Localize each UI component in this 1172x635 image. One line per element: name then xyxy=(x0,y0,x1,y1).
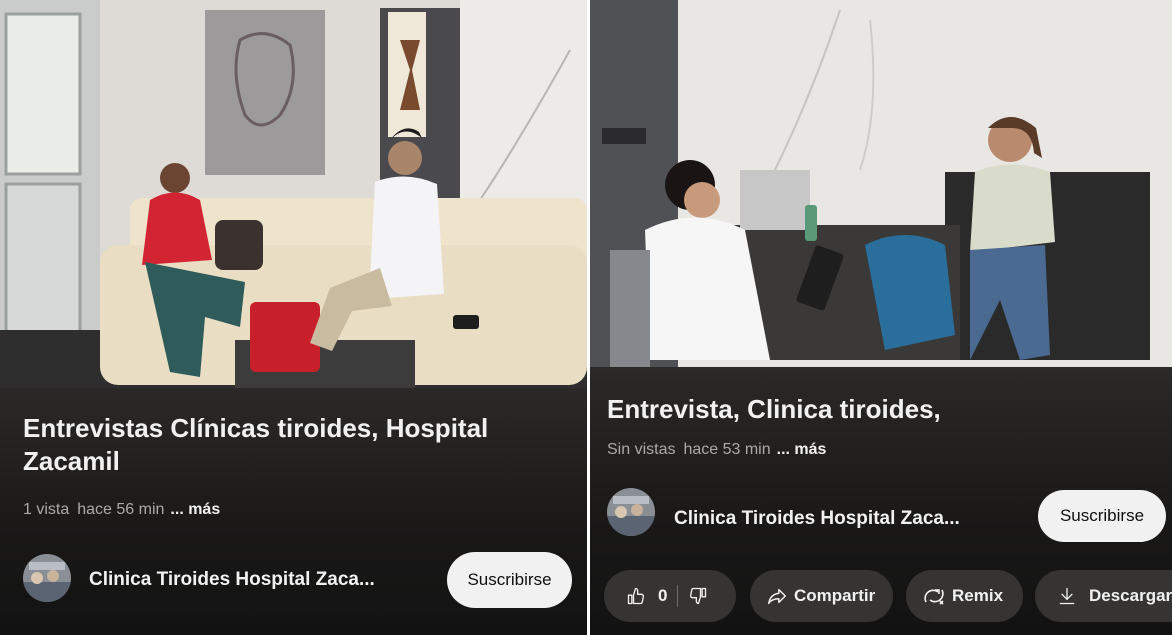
more-link[interactable]: ... más xyxy=(170,501,220,518)
avatar-image xyxy=(607,488,655,536)
like-count: 0 xyxy=(658,586,668,605)
avatar-image xyxy=(23,554,71,602)
share-label: Compartir xyxy=(794,586,876,605)
like-dislike-group: 0 xyxy=(604,570,736,622)
video-scene-right xyxy=(590,0,1172,367)
video-info-right: Entrevista, Clinica tiroides, Sin vistas… xyxy=(590,367,1172,635)
video-card-right: Entrevista, Clinica tiroides, Sin vistas… xyxy=(590,0,1172,635)
download-button[interactable]: Descargar xyxy=(1035,570,1172,622)
video-scene-left xyxy=(0,0,587,388)
video-frame-left[interactable] xyxy=(0,0,587,388)
share-button[interactable]: Compartir xyxy=(750,570,893,622)
like-separator xyxy=(677,585,679,607)
more-link[interactable]: ... más xyxy=(777,441,827,458)
download-label: Descargar xyxy=(1089,586,1172,605)
thumbs-down-icon xyxy=(690,587,707,605)
remix-icon xyxy=(924,589,944,605)
like-button[interactable]: 0 xyxy=(626,586,667,606)
upload-time: hace 56 min xyxy=(77,501,165,518)
remix-button[interactable]: Remix xyxy=(906,570,1023,622)
thumbs-up-icon xyxy=(627,587,645,605)
download-icon xyxy=(1059,587,1075,605)
channel-avatar[interactable] xyxy=(23,554,71,602)
channel-name[interactable]: Clinica Tiroides Hospital Zaca... xyxy=(674,508,960,530)
upload-time: hace 53 min xyxy=(683,441,771,458)
view-count: 1 vista xyxy=(23,501,70,518)
dislike-button[interactable] xyxy=(688,586,708,606)
subscribe-button[interactable]: Suscribirse xyxy=(447,552,572,608)
video-info-left: Entrevistas Clínicas tiroides, Hospital … xyxy=(0,388,587,635)
video-frame-right[interactable] xyxy=(590,0,1172,367)
view-count: Sin vistas xyxy=(607,441,676,458)
video-meta[interactable]: 1 vista hace 56 min ... más xyxy=(23,501,220,519)
video-title[interactable]: Entrevista, Clinica tiroides, xyxy=(607,393,941,426)
video-title[interactable]: Entrevistas Clínicas tiroides, Hospital … xyxy=(23,412,543,478)
video-meta[interactable]: Sin vistas hace 53 min ... más xyxy=(607,441,826,459)
share-icon xyxy=(768,588,786,605)
video-card-left: Entrevistas Clínicas tiroides, Hospital … xyxy=(0,0,587,635)
channel-name[interactable]: Clinica Tiroides Hospital Zaca... xyxy=(89,569,375,591)
channel-avatar[interactable] xyxy=(607,488,655,536)
remix-label: Remix xyxy=(952,586,1004,605)
subscribe-button[interactable]: Suscribirse xyxy=(1038,490,1166,542)
